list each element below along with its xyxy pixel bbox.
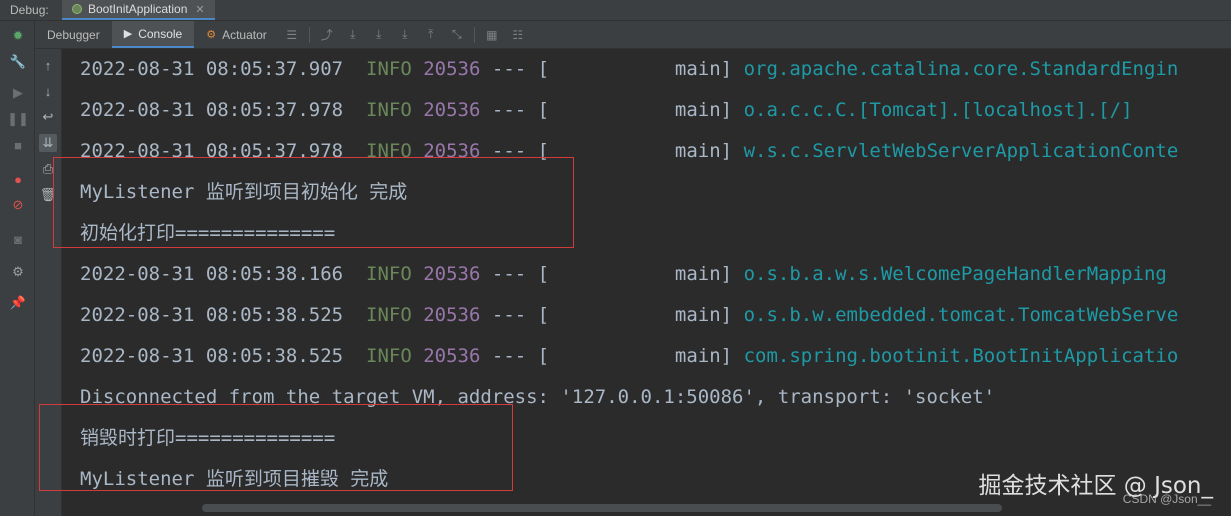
- debug-tabs-row: Debugger ▶ Console ⚙ Actuator ☰ ⤴ ⤓ ⤓ ⤓ …: [35, 21, 1231, 49]
- log-sep: --- [: [491, 99, 550, 121]
- log-line: 2022-08-31 08:05:37.978 INFO 20536 --- […: [80, 90, 1133, 131]
- log-time: 2022-08-31 08:05:38.525: [80, 345, 344, 367]
- log-thread: main]: [674, 345, 733, 367]
- step-into-icon[interactable]: ⤓: [369, 25, 389, 45]
- tab-console-label: Console: [138, 26, 183, 41]
- horizontal-scrollbar[interactable]: [62, 501, 1231, 516]
- log-level: INFO: [366, 263, 412, 285]
- log-thread: main]: [674, 263, 733, 285]
- log-thread: main]: [674, 58, 733, 80]
- scrollbar-thumb[interactable]: [202, 504, 1002, 512]
- tab-console[interactable]: ▶ Console: [111, 21, 195, 48]
- log-logger: org.apache.catalina.core.StandardEngin: [743, 58, 1179, 80]
- log-line: 2022-08-31 08:05:38.525 INFO 20536 --- […: [80, 295, 1178, 336]
- destroy-highlight-box: [39, 404, 513, 491]
- log-logger: o.s.b.w.embedded.tomcat.TomcatWebServe: [743, 304, 1179, 326]
- log-pid: 20536: [423, 99, 481, 121]
- run-config-tab[interactable]: BootInitApplication ✕: [62, 0, 215, 20]
- log-level: INFO: [366, 58, 412, 80]
- rerun-debug-icon[interactable]: ✹: [10, 28, 26, 44]
- init-highlight-box: [53, 157, 574, 248]
- log-sep: --- [: [491, 58, 550, 80]
- log-time: 2022-08-31 08:05:37.907: [80, 58, 344, 80]
- debug-label: Debug:: [10, 3, 49, 17]
- log-level: INFO: [366, 99, 412, 121]
- watermark-csdn: CSDN @Json__: [1122, 492, 1211, 506]
- log-level: INFO: [366, 304, 412, 326]
- tab-actuator-label: Actuator: [222, 27, 267, 42]
- log-thread: main]: [674, 140, 733, 162]
- settings-icon[interactable]: ⚙: [10, 264, 26, 280]
- log-logger: w.s.c.ServletWebServerApplicationConte: [743, 140, 1179, 162]
- toolbar-separator: [473, 26, 475, 43]
- run-to-cursor-icon[interactable]: ⤡: [447, 25, 467, 45]
- log-time: 2022-08-31 08:05:38.166: [80, 263, 344, 285]
- debug-titlebar: Debug: BootInitApplication ✕: [0, 0, 1231, 21]
- resume-icon[interactable]: ▶: [10, 85, 26, 101]
- force-step-into-icon[interactable]: ⤓: [395, 25, 415, 45]
- log-sep: --- [: [491, 263, 550, 285]
- show-execution-point-icon[interactable]: ⤴: [317, 25, 337, 45]
- log-time: 2022-08-31 08:05:38.525: [80, 304, 344, 326]
- soft-wrap-icon[interactable]: ↩: [39, 108, 57, 126]
- log-sep: --- [: [491, 304, 550, 326]
- tab-debugger-label: Debugger: [47, 27, 100, 42]
- log-pid: 20536: [423, 263, 481, 285]
- trace-icon[interactable]: ☷: [508, 25, 528, 45]
- log-pid: 20536: [423, 58, 481, 80]
- console-icon: ▶: [123, 28, 133, 40]
- log-logger: com.spring.bootinit.BootInitApplicatio: [743, 345, 1179, 367]
- log-level: INFO: [366, 345, 412, 367]
- pin-icon[interactable]: 📌: [10, 295, 26, 311]
- log-logger: o.s.b.a.w.s.WelcomePageHandlerMapping: [743, 263, 1167, 285]
- log-line: 2022-08-31 08:05:38.525 INFO 20536 --- […: [80, 336, 1178, 377]
- toolbar-separator: [308, 26, 310, 43]
- step-out-icon[interactable]: ⤒: [421, 25, 441, 45]
- pause-icon[interactable]: ❚❚: [7, 111, 29, 127]
- log-logger: o.a.c.c.C.[Tomcat].[localhost].[/]: [743, 99, 1133, 121]
- log-line: 2022-08-31 08:05:38.166 INFO 20536 --- […: [80, 254, 1167, 295]
- down-arrow-icon[interactable]: ↓: [39, 82, 57, 100]
- stop-icon[interactable]: ■: [10, 137, 26, 153]
- menu-icon[interactable]: ☰: [282, 25, 302, 45]
- evaluate-expression-icon[interactable]: ▦: [482, 25, 502, 45]
- actuator-icon: ⚙: [206, 29, 217, 41]
- spring-boot-icon: [72, 4, 82, 14]
- view-breakpoints-icon[interactable]: ●: [10, 171, 26, 187]
- log-thread: main]: [674, 99, 733, 121]
- scroll-to-end-icon[interactable]: ⇊: [39, 134, 57, 152]
- modify-config-icon[interactable]: 🔧: [10, 54, 26, 70]
- close-icon[interactable]: ✕: [195, 3, 204, 16]
- tab-debugger[interactable]: Debugger: [35, 21, 112, 48]
- log-line: 2022-08-31 08:05:37.907 INFO 20536 --- […: [80, 49, 1178, 90]
- run-config-tab-label: BootInitApplication: [88, 2, 188, 16]
- log-time: 2022-08-31 08:05:37.978: [80, 99, 344, 121]
- debug-left-toolbar: ✹ 🔧 ▶ ❚❚ ■ ● ⊘ ◙ ⚙ 📌: [0, 21, 35, 516]
- log-thread: main]: [674, 304, 733, 326]
- log-sep: --- [: [491, 345, 550, 367]
- step-over-icon[interactable]: ⤓: [343, 25, 363, 45]
- log-pid: 20536: [423, 304, 481, 326]
- tab-actuator[interactable]: ⚙ Actuator: [194, 21, 279, 48]
- up-arrow-icon[interactable]: ↑: [39, 56, 57, 74]
- log-pid: 20536: [423, 345, 481, 367]
- camera-icon[interactable]: ◙: [10, 231, 26, 247]
- mute-breakpoints-icon[interactable]: ⊘: [10, 197, 26, 213]
